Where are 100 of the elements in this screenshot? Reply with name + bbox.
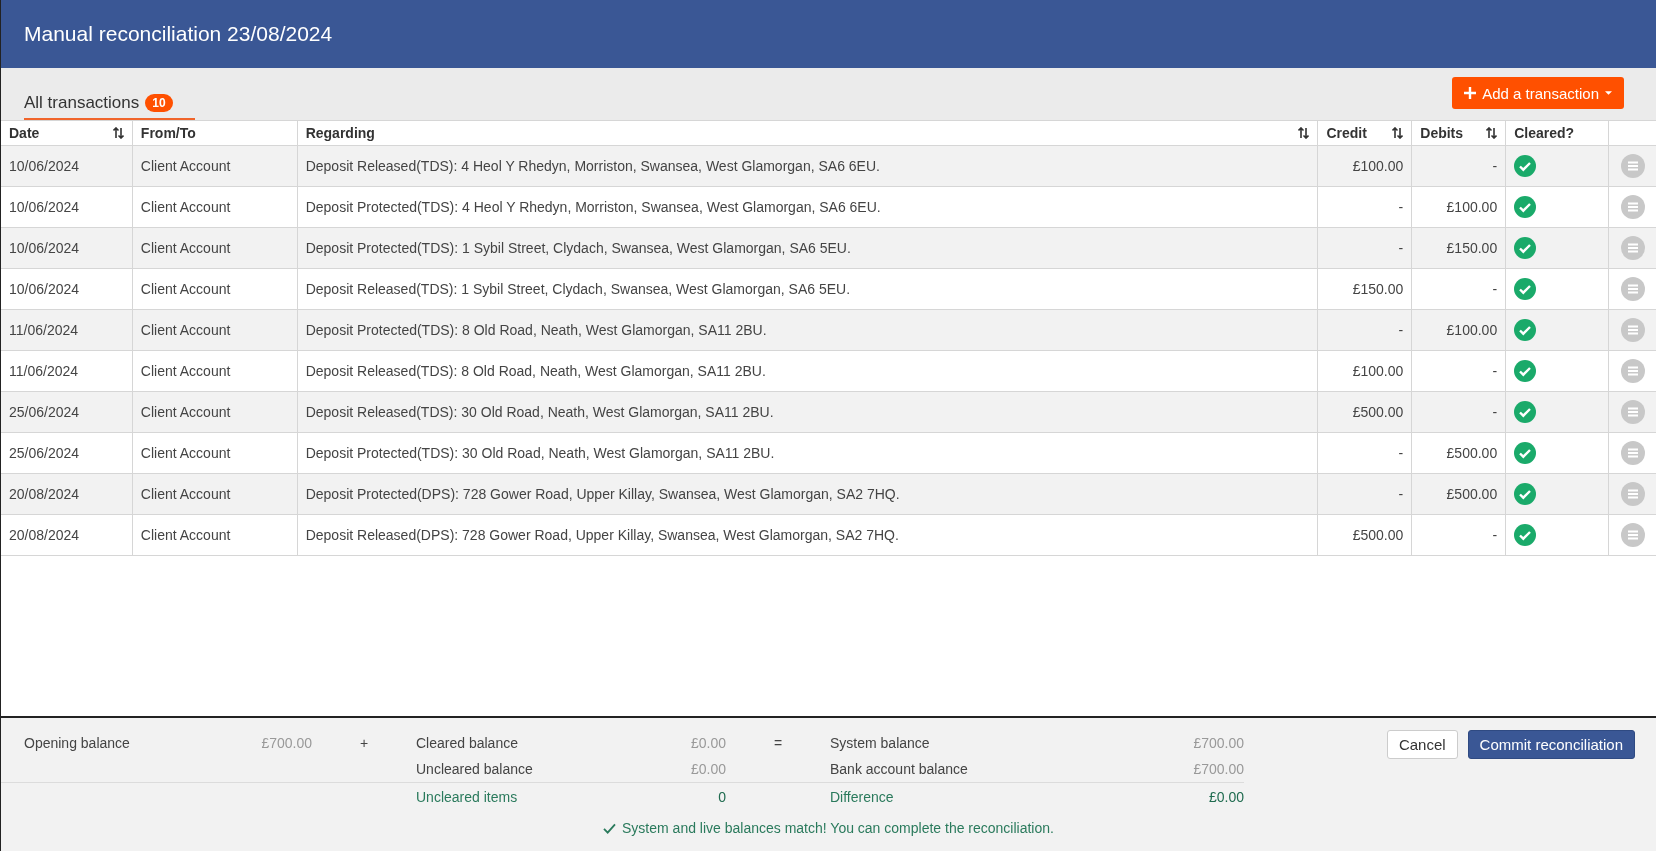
table-cell: Client Account [132,433,298,473]
check-circle-icon[interactable] [1514,196,1537,218]
column-header[interactable]: Regarding [297,121,1319,145]
table-cell: £500.00 [1412,433,1507,473]
table-cell: 25/06/2024 [1,392,133,432]
check-circle-icon[interactable] [1514,524,1537,546]
balance-label: System balance [830,735,930,751]
cancel-button[interactable]: Cancel [1386,730,1458,759]
table-cell: - [1412,269,1507,309]
table-cell: £100.00 [1412,187,1507,227]
count-value: 0 [718,788,726,805]
table-cell: 11/06/2024 [1,310,133,350]
table-cell: Client Account [132,146,298,186]
tab[interactable]: All transactions 10 [24,93,195,120]
table-cell: Deposit Protected(TDS): 1 Sybil Street, Clydach, Swansea, West Glamorgan, SA6 5EU. [297,228,1319,268]
table-cell: 20/08/2024 [1,515,133,555]
check-circle-icon[interactable] [1514,319,1537,341]
table-cell: Client Account [132,351,298,391]
table-cell: £100.00 [1412,310,1507,350]
table-cell: Deposit Protected(DPS): 728 Gower Road, Upper Killay, Swansea, West Glamorgan, SA2 7HQ. [297,474,1319,514]
table-cell: Client Account [132,310,298,350]
sort-icon [1298,127,1310,139]
menu-icon[interactable] [1620,277,1645,301]
plus-sign: + [359,734,369,753]
equals-sign: = [773,734,783,753]
check-circle-icon[interactable] [1514,360,1537,382]
menu-icon[interactable] [1620,195,1645,219]
table-cell: - [1412,392,1507,432]
table-cell: 25/06/2024 [1,433,133,473]
table-cell: 10/06/2024 [1,146,133,186]
table-cell: 10/06/2024 [1,187,133,227]
difference-value: £0.00 [1208,788,1244,805]
table-cell: - [1318,474,1413,514]
plus-icon [1464,87,1477,99]
column-header[interactable]: From/To [132,121,298,145]
balance-label: Opening balance [24,735,130,751]
table-cell: 10/06/2024 [1,228,133,268]
window-title: Manual reconciliation 23/08/2024 [24,22,333,46]
table-cell: £500.00 [1318,392,1413,432]
table-cell: 11/06/2024 [1,351,133,391]
table-cell: Deposit Released(TDS): 4 Heol Y Rhedyn, Morriston, Swansea, West Glamorgan, SA6 6EU. [297,146,1319,186]
table-cell: - [1412,351,1507,391]
sort-icon [112,127,124,139]
table-cell: £500.00 [1412,474,1507,514]
menu-icon[interactable] [1620,523,1645,547]
table-cell: Client Account [132,474,298,514]
table-cell: Deposit Protected(TDS): 4 Heol Y Rhedyn, Morriston, Swansea, West Glamorgan, SA6 6EU. [297,187,1319,227]
check-circle-icon[interactable] [1514,155,1537,177]
balance-value: £700.00 [1193,761,1244,777]
check-circle-icon[interactable] [1514,483,1537,505]
table-cell: Client Account [132,515,298,555]
table-cell: Client Account [132,392,298,432]
commit-button[interactable]: Commit reconciliation [1467,730,1635,759]
column-header[interactable]: Debits [1412,121,1507,145]
column-header[interactable]: Credit [1318,121,1413,145]
table-cell: - [1412,515,1507,555]
table-cell: Deposit Protected(TDS): 8 Old Road, Neath, West Glamorgan, SA11 2BU. [297,310,1319,350]
menu-icon[interactable] [1620,236,1645,260]
check-circle-icon[interactable] [1514,442,1537,464]
table-cell: Client Account [132,187,298,227]
table-cell: Deposit Released(TDS): 1 Sybil Street, Clydach, Swansea, West Glamorgan, SA6 5EU. [297,269,1319,309]
table-cell: Deposit Protected(TDS): 30 Old Road, Neath, West Glamorgan, SA11 2BU. [297,433,1319,473]
count-badge: 10 [145,94,173,112]
check-icon [603,822,617,834]
balance-value: £0.00 [690,735,726,751]
table-cell: - [1318,310,1413,350]
status-message: System and live balances match! You can complete the reconciliation. [622,820,1054,836]
table-cell: £500.00 [1318,515,1413,555]
table-cell: £100.00 [1318,351,1413,391]
column-header[interactable]: Date [1,121,133,145]
table-cell: Client Account [132,269,298,309]
table-cell: £150.00 [1318,269,1413,309]
check-circle-icon[interactable] [1514,237,1537,259]
menu-icon[interactable] [1620,441,1645,465]
menu-icon[interactable] [1620,482,1645,506]
balance-value: £700.00 [261,735,312,751]
table-cell: Deposit Released(TDS): 8 Old Road, Neath, West Glamorgan, SA11 2BU. [297,351,1319,391]
table-cell: - [1318,187,1413,227]
difference-label: Difference [830,788,894,805]
sort-icon [1392,127,1404,139]
table-cell: - [1318,228,1413,268]
menu-icon[interactable] [1620,154,1645,178]
sort-icon [1486,127,1498,139]
balance-label: Uncleared balance [416,761,533,777]
table-cell: - [1318,433,1413,473]
check-circle-icon[interactable] [1514,278,1537,300]
caret-icon [1605,91,1612,95]
table-cell: Deposit Released(TDS): 30 Old Road, Neath, West Glamorgan, SA11 2BU. [297,392,1319,432]
table-cell: 20/08/2024 [1,474,133,514]
count-label: Uncleared items [416,788,518,805]
menu-icon[interactable] [1620,359,1645,383]
menu-icon[interactable] [1620,400,1645,424]
table-cell: 10/06/2024 [1,269,133,309]
balance-value: £700.00 [1193,735,1244,751]
table-cell: £150.00 [1412,228,1507,268]
column-header[interactable]: Cleared? [1506,121,1610,145]
balance-label: Bank account balance [830,761,968,777]
menu-icon[interactable] [1620,318,1645,342]
check-circle-icon[interactable] [1514,401,1537,423]
balance-label: Cleared balance [416,735,518,751]
